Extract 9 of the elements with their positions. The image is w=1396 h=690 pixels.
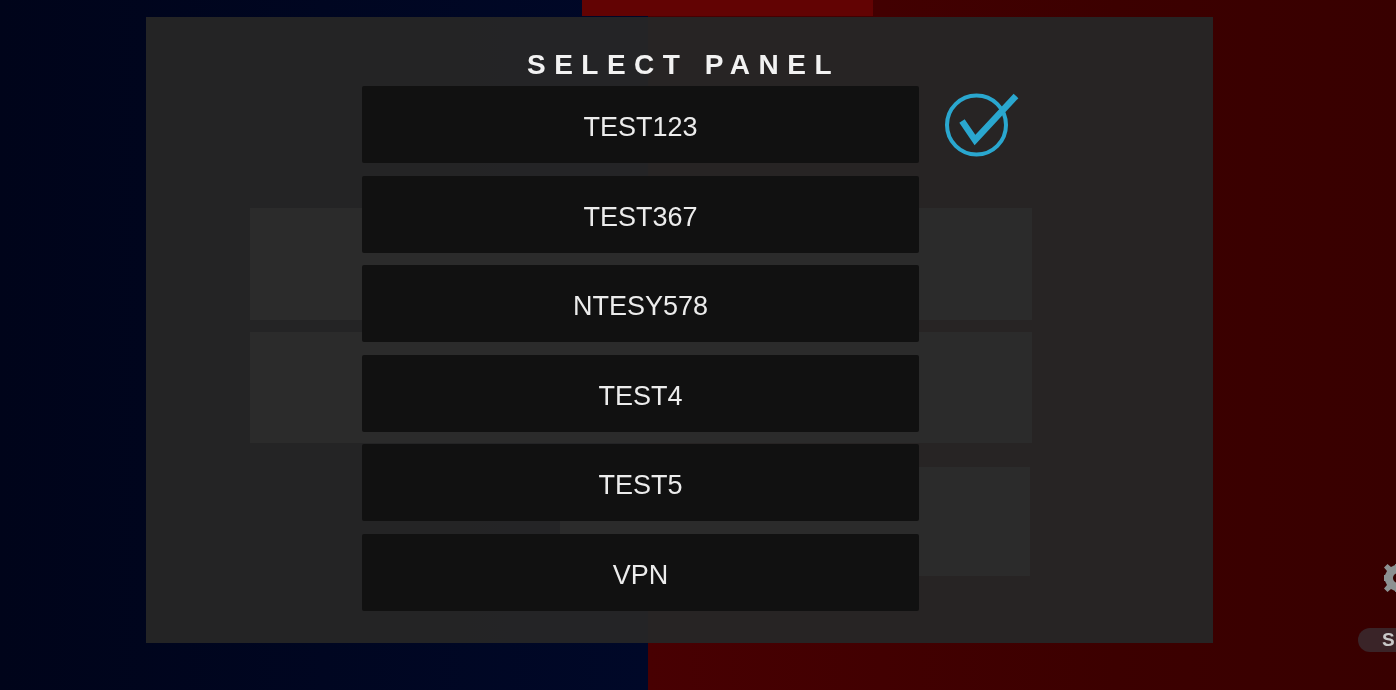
dialog-title: SELECT PANEL — [525, 49, 841, 81]
panel-option[interactable]: TEST4 — [362, 354, 919, 432]
panel-option[interactable]: TEST5 — [362, 444, 919, 521]
panel-option[interactable]: TEST367 — [362, 175, 919, 253]
gear-icon[interactable] — [1384, 564, 1396, 592]
side-button[interactable]: S — [1358, 628, 1396, 652]
panel-option[interactable]: TEST123 — [362, 86, 919, 163]
panel-option[interactable]: VPN — [362, 533, 919, 611]
panel-option[interactable]: NTESY578 — [362, 265, 919, 342]
